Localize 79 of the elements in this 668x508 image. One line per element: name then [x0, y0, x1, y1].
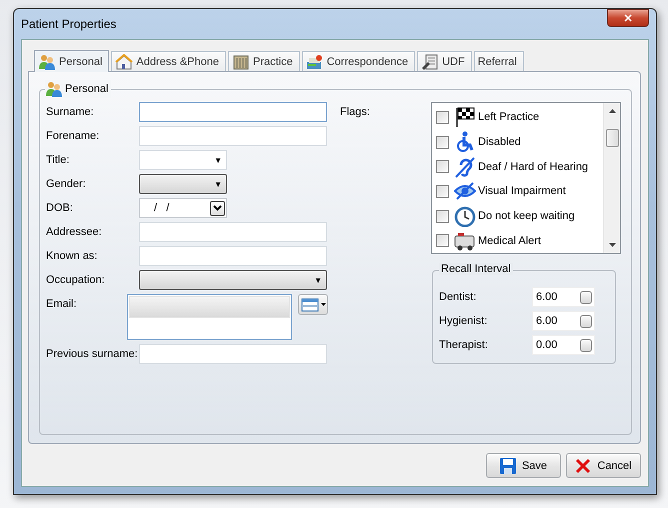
field-label: Forename: [46, 129, 100, 144]
flag-label: Disabled [478, 136, 521, 148]
checkbox[interactable] [436, 110, 449, 124]
dropdown-arrow-icon: ▼ [214, 156, 222, 164]
ear-icon [454, 156, 476, 178]
close-icon [575, 458, 592, 474]
cancel-button[interactable]: Cancel [566, 453, 641, 478]
field-label: Dentist: [439, 291, 478, 303]
flag-label: Visual Impairment [478, 185, 566, 198]
flag-label: Do not keep waiting [478, 210, 575, 222]
scroll-thumb[interactable] [606, 129, 618, 147]
field-value: 6.00 [536, 315, 558, 327]
window-title: Patient Properties [21, 17, 116, 31]
scroll-up-icon [608, 109, 616, 113]
dropdown-arrow-icon: ▼ [214, 180, 222, 188]
date-value: / / [154, 202, 170, 214]
field-label: Title: [46, 153, 70, 168]
dropdown-arrow-icon: ▼ [314, 276, 322, 284]
field-label: Gender: [46, 177, 87, 192]
text-field[interactable] [139, 102, 327, 122]
scroll-down-icon [608, 243, 616, 247]
alarm-clock-icon [454, 205, 476, 228]
date-field[interactable]: / / [139, 198, 227, 218]
window-icon [300, 298, 319, 312]
tab[interactable]: Address &Phone [111, 51, 226, 71]
dropdown[interactable]: ▼ [139, 174, 227, 194]
email-list-field[interactable] [127, 294, 292, 340]
checkered-flag-icon [454, 106, 476, 128]
checkbox[interactable] [436, 160, 449, 174]
group-title: Personal [65, 83, 108, 95]
tab[interactable]: Practice [228, 51, 300, 71]
close-button[interactable]: ✕ [607, 9, 649, 27]
people-icon [38, 54, 56, 70]
chevron-down-icon [213, 205, 222, 211]
spin-button[interactable] [580, 338, 592, 352]
scrollbar[interactable] [603, 103, 620, 253]
field-label: Flags: [340, 105, 371, 120]
flag-label: Deaf / Hard of Hearing [478, 160, 588, 173]
field-label: Surname: [46, 105, 95, 120]
number-field[interactable]: 6.00 [532, 311, 595, 331]
letters-icon [306, 54, 324, 70]
number-field[interactable]: 6.00 [532, 287, 595, 307]
field-value: 0.00 [536, 339, 558, 351]
flags-list[interactable]: Left Practice Disabled Deaf / Hard of Hearing Visual Impairment Do not keep waiting Medical Alert [431, 102, 621, 254]
tab[interactable]: Personal [34, 50, 110, 72]
field-label: Previous surname: [46, 347, 139, 362]
field-label: Addressee: [46, 225, 103, 240]
tab[interactable]: Correspondence [302, 51, 416, 71]
save-button[interactable]: Save [486, 453, 561, 478]
field-label: Occupation: [46, 273, 106, 288]
house-icon [115, 54, 134, 70]
dropdown[interactable]: ▼ [139, 270, 327, 290]
checkbox[interactable] [436, 234, 449, 248]
field-value: 6.00 [536, 291, 558, 303]
document-icon [421, 54, 440, 70]
field-label: Therapist: [439, 339, 489, 351]
dropdown[interactable]: ▼ [139, 150, 227, 170]
field-label: Hygienist: [439, 315, 488, 327]
spin-button[interactable] [580, 290, 592, 304]
wheelchair-icon [454, 131, 476, 153]
tab[interactable]: Referral [474, 51, 524, 71]
checkbox[interactable] [436, 136, 449, 148]
number-field[interactable]: 0.00 [532, 335, 595, 355]
checkbox[interactable] [436, 184, 449, 198]
flag-label: Left Practice [478, 111, 540, 124]
tab[interactable]: UDF [417, 51, 472, 71]
email-options-button[interactable] [298, 294, 328, 315]
building-icon [232, 54, 250, 70]
eye-icon [454, 180, 476, 202]
field-label: Known as: [46, 249, 98, 264]
people-icon [45, 81, 63, 97]
calendar-dropdown-button[interactable] [210, 200, 225, 216]
caret-icon [320, 303, 326, 306]
spin-button[interactable] [580, 314, 592, 328]
group-title: Recall Interval [439, 263, 513, 275]
flag-label: Medical Alert [478, 234, 541, 247]
field-label: DOB: [46, 201, 74, 216]
field-label: Email: [46, 297, 78, 312]
checkbox[interactable] [436, 210, 449, 223]
